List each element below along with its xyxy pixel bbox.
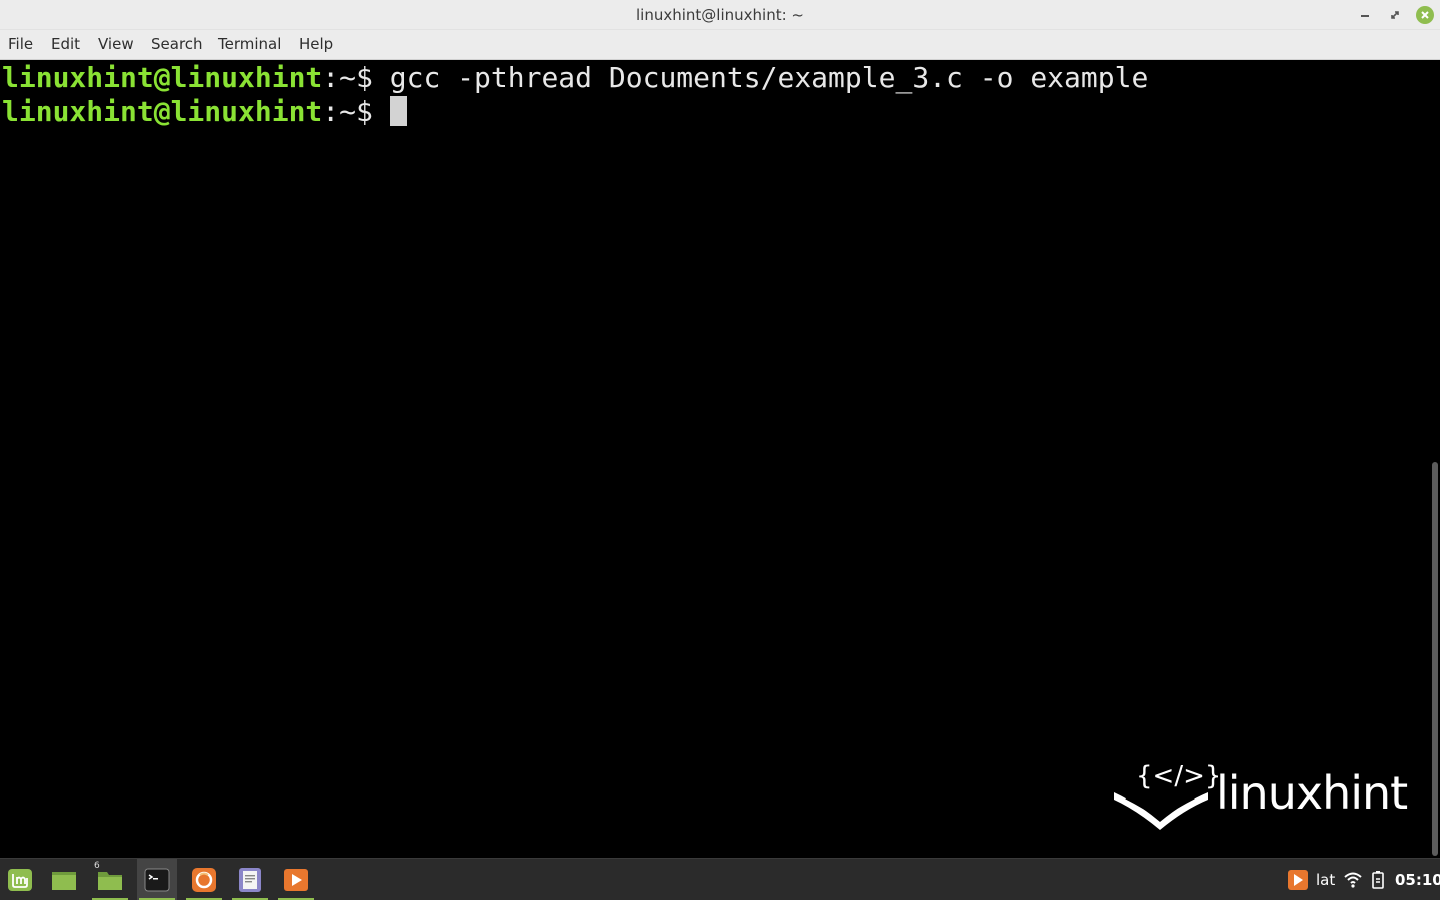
scrollbar-thumb[interactable] (1432, 462, 1438, 856)
prompt-separator: : (322, 95, 340, 128)
emblem-code-glyph: {</>} (1136, 761, 1218, 791)
power-icon[interactable] (1370, 871, 1386, 889)
terminal-icon (144, 868, 170, 892)
firefox-button[interactable] (184, 859, 224, 900)
prompt-user-host: linuxhint@linuxhint (2, 61, 323, 94)
media-player-icon (284, 869, 308, 891)
terminal-button[interactable] (137, 859, 177, 900)
window-title: linuxhint@linuxhint: ~ (636, 6, 804, 24)
show-desktop-icon (52, 872, 76, 890)
taskbar: 6 lat 05:10 (0, 858, 1440, 900)
mint-menu-icon (8, 869, 32, 891)
terminal-line: linuxhint@linuxhint:~$ gcc -pthread Docu… (2, 61, 1148, 95)
show-desktop-button[interactable] (44, 859, 84, 900)
menu-view[interactable]: View (98, 30, 134, 60)
command-text: gcc -pthread Documents/example_3.c -o ex… (389, 61, 1149, 94)
minimize-icon[interactable] (1356, 6, 1374, 24)
media-tray-icon[interactable] (1288, 870, 1308, 890)
wifi-icon[interactable] (1344, 872, 1362, 888)
keyboard-layout-indicator[interactable]: lat (1316, 859, 1335, 900)
firefox-icon (192, 868, 216, 892)
linuxhint-logo: {</>} linuxhint (1108, 750, 1408, 830)
files-button[interactable]: 6 (90, 859, 130, 900)
terminal-scrollbar[interactable] (1430, 60, 1440, 858)
menu-search[interactable]: Search (151, 30, 203, 60)
restore-icon[interactable] (1386, 6, 1404, 24)
menu-help[interactable]: Help (299, 30, 333, 60)
close-icon[interactable] (1416, 6, 1434, 24)
terminal-line: linuxhint@linuxhint:~$ (2, 95, 407, 129)
text-cursor (389, 96, 407, 126)
prompt-path: ~$ (339, 95, 390, 128)
text-editor-icon (239, 868, 261, 892)
menu-edit[interactable]: Edit (51, 30, 80, 60)
logo-wordmark: linuxhint (1216, 766, 1408, 820)
prompt-path: ~$ (339, 61, 390, 94)
title-bar[interactable]: linuxhint@linuxhint: ~ (0, 0, 1440, 30)
menu-file[interactable]: File (8, 30, 33, 60)
prompt-separator: : (322, 61, 340, 94)
menu-bar: File Edit View Search Terminal Help (0, 30, 1440, 60)
text-editor-button[interactable] (230, 859, 270, 900)
book-emblem-icon: {</>} (1114, 761, 1221, 830)
clock[interactable]: 05:10 (1395, 859, 1440, 900)
mint-menu-button[interactable] (0, 859, 40, 900)
prompt-user-host: linuxhint@linuxhint (2, 95, 323, 128)
menu-terminal[interactable]: Terminal (218, 30, 281, 60)
terminal-output[interactable]: linuxhint@linuxhint:~$ gcc -pthread Docu… (0, 60, 1430, 858)
files-icon (98, 872, 122, 890)
media-player-button[interactable] (276, 859, 316, 900)
